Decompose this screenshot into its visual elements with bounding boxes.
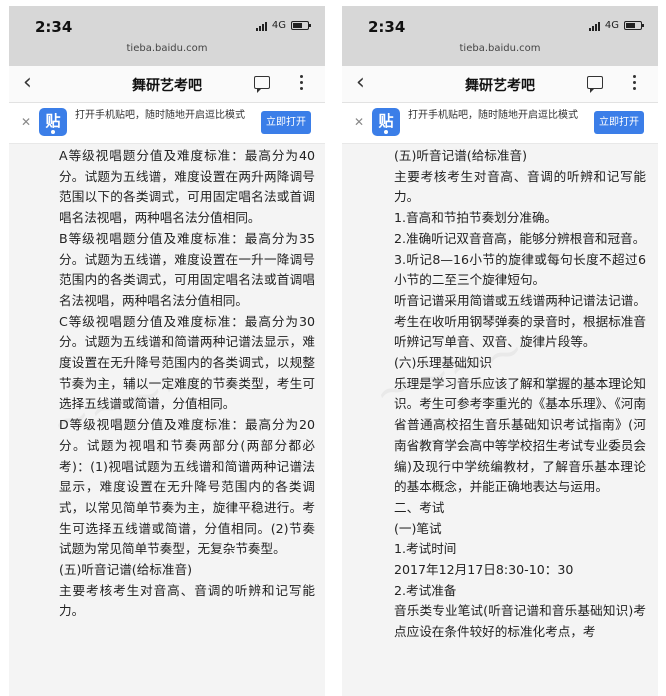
tieba-logo-icon: 贴 [39,108,67,136]
nav-bar: ‹ 舞研艺考吧 [342,66,658,103]
banner-text: 打开手机贴吧，随时随地开启逗比模式 [408,110,578,121]
left-screenshot: 2:34 4G tieba.baidu.com ‹ 舞研艺考吧 ✕ 贴 打开手机… [9,6,325,696]
nav-bar: ‹ 舞研艺考吧 [9,66,325,103]
paragraph: 二、考试 [394,499,445,515]
page-title: 舞研艺考吧 [465,78,535,94]
page-title: 舞研艺考吧 [132,78,202,94]
paragraph: (五)听音记谱(给标准音) [394,148,527,163]
signal-icon [588,21,600,31]
paragraph: 1.考试时间 [394,541,457,557]
url-bar[interactable]: tieba.baidu.com [342,43,658,54]
paragraph: 听音记谱采用简谱或五线谱两种记谱法记谱。考生在收听用钢琴弹奏的录音时，根据标准音… [394,292,646,350]
logo-text: 贴 [378,112,394,130]
paragraph: 乐理是学习音乐应该了解和掌握的基本理论知识。考生可参考李重光的《基本乐理》、《河… [394,375,646,495]
open-app-button[interactable]: 立即打开 [261,111,311,134]
close-icon[interactable]: ✕ [21,115,31,129]
post-content: ~~~~ A等级视唱题分值及难度标准：最高分为40分。试题为五线谱，难度设置在两… [9,144,325,696]
network-label: 4G [604,20,619,31]
paragraph: 1.音高和节拍节奏划分准确。 [394,210,558,226]
message-icon[interactable] [587,76,603,93]
signal-icon [255,21,267,31]
open-app-button[interactable]: 立即打开 [594,111,644,134]
battery-icon [291,21,311,30]
paragraph: (五)听音记谱(给标准音) [59,562,192,578]
url-bar[interactable]: tieba.baidu.com [9,43,325,54]
logo-text: 贴 [45,112,61,130]
status-bar: 2:34 4G tieba.baidu.com [342,6,658,66]
right-screenshot: 2:34 4G tieba.baidu.com ‹ 舞研艺考吧 ✕ 贴 打开手机… [342,6,658,696]
status-indicators: 4G [255,20,311,31]
tieba-logo-icon: 贴 [372,108,400,136]
close-icon[interactable]: ✕ [354,115,364,129]
paragraph: B等级视唱题分值及难度标准：最高分为35分。试题为五线谱，难度设置在一升一降调号… [59,230,315,308]
paragraph: 音乐类专业笔试(听音记谱和音乐基础知识)考点应设在条件较好的标准化考点，考 [394,603,646,640]
message-icon[interactable] [254,76,270,93]
paragraph: 2.考试准备 [394,582,457,598]
paragraph: 2017年12月17日8:30-10：30 [394,562,574,578]
status-time: 2:34 [368,18,406,36]
battery-icon [624,21,644,30]
banner-text: 打开手机贴吧，随时随地开启逗比模式 [75,110,245,121]
paragraph: 主要考核考生对音高、音调的听辨和记写能力。 [394,168,646,205]
paragraph: D等级视唱题分值及难度标准：最高分为20分。试题为视唱和节奏两部分(两部分都必考… [59,417,315,557]
paragraph: 3.听记8—16小节的旋律或每句长度不超过6小节的二至三个旋律短句。 [394,251,646,288]
post-content: ~~~~ (五)听音记谱(给标准音) 主要考核考生对音高、音调的听辨和记写能力。… [342,144,658,696]
app-banner: ✕ 贴 打开手机贴吧，随时随地开启逗比模式 立即打开 [9,103,325,144]
paragraph: (六)乐理基础知识 [394,355,492,371]
paragraph: C等级视唱题分值及难度标准：最高分为30分。试题为五线谱和简谱两种记谱法显示，难… [59,313,315,412]
more-icon[interactable] [300,75,303,90]
app-banner: ✕ 贴 打开手机贴吧，随时随地开启逗比模式 立即打开 [342,103,658,144]
paragraph: 主要考核考生对音高、音调的听辨和记写能力。 [59,582,315,619]
paragraph: A等级视唱题分值及难度标准：最高分为40分。试题为五线谱，难度设置在两升两降调号… [59,148,315,226]
paragraph: 2.准确听记双音音高，能够分辨根音和冠音。 [394,230,646,246]
more-icon[interactable] [633,75,636,90]
network-label: 4G [271,20,286,31]
paragraph: (一)笔试 [394,520,442,536]
status-bar: 2:34 4G tieba.baidu.com [9,6,325,66]
status-indicators: 4G [588,20,644,31]
status-time: 2:34 [35,18,73,36]
